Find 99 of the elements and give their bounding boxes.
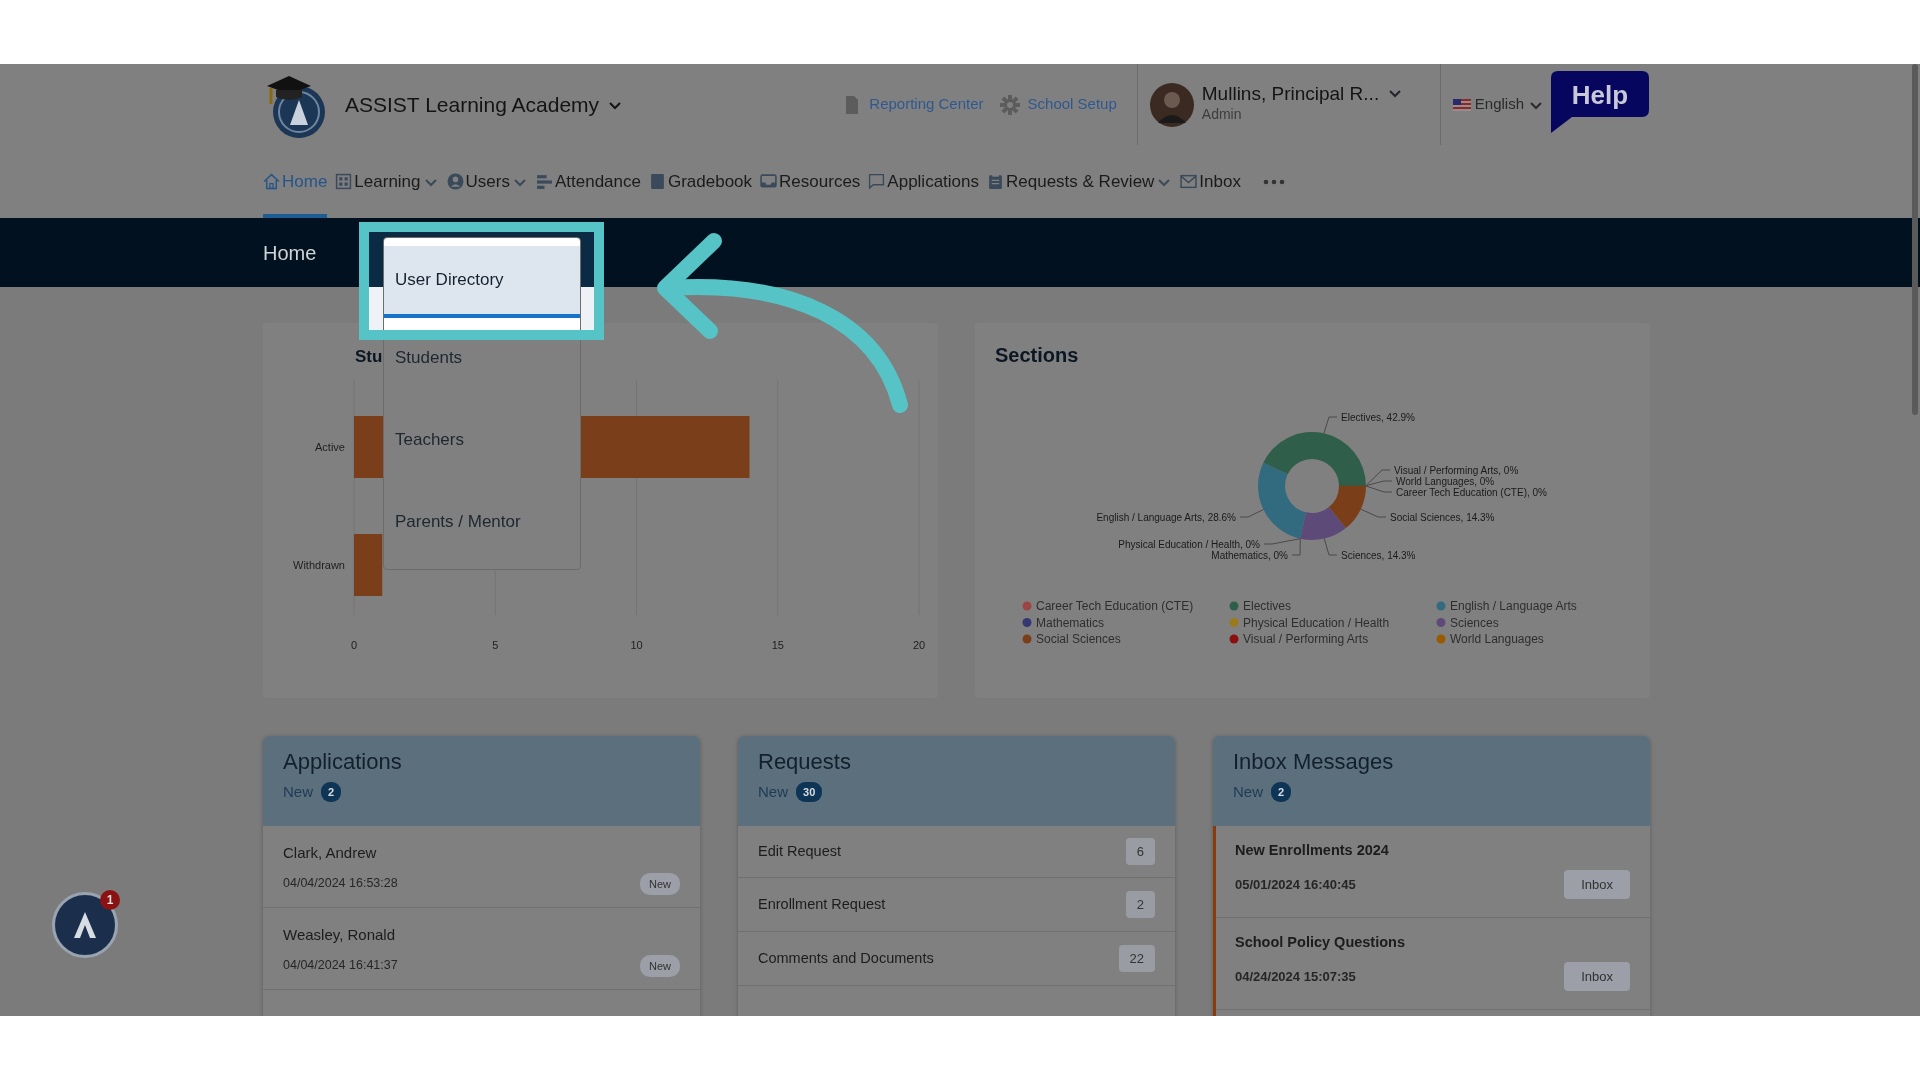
data-label: Mathematics, 0% <box>1211 549 1288 561</box>
more-icon <box>1262 178 1285 185</box>
data-label: Physical Education / Health, 0% <box>1118 538 1260 550</box>
data-label: Career Tech Education (CTE), 0% <box>1396 486 1547 498</box>
date-text: 04/04/2024 16:41:37 <box>283 957 398 975</box>
data-label: Visual / Performing Arts, 0% <box>1394 464 1519 476</box>
axis-label: 0 <box>350 639 358 651</box>
count-badge: 6 <box>1125 837 1155 866</box>
nav-tab[interactable]: Learning <box>335 145 439 218</box>
list-item[interactable]: Clark, Andrew 04/04/2024 16:53:28 New <box>263 826 700 908</box>
legend-label: Electives <box>1243 599 1292 613</box>
data-label: Social Sciences, 14.3% <box>1390 511 1495 523</box>
menu-item[interactable]: Parents / Mentor <box>384 502 580 542</box>
menu-item[interactable]: Teachers <box>384 420 580 460</box>
list-item[interactable]: School Policy Questions 04/24/2024 15:07:35 Inbox <box>1216 918 1650 1010</box>
status-tag: New <box>640 872 680 895</box>
count-badge: 30 <box>796 781 823 803</box>
applicant-name: Clark, Andrew <box>283 843 378 863</box>
axis-label: Active <box>315 441 345 453</box>
nav-tab[interactable]: Applications <box>868 145 979 218</box>
inbox-button[interactable]: Inbox <box>1564 869 1630 900</box>
avatar-icon <box>1149 82 1194 127</box>
help-button[interactable]: Help <box>1550 70 1650 134</box>
home-icon <box>263 173 280 190</box>
message-subject: New Enrollments 2024 <box>1235 841 1390 860</box>
leader-line <box>1323 416 1338 434</box>
nav-tab[interactable]: Users <box>446 145 528 218</box>
axis-label: Withdrawn <box>293 559 345 571</box>
count-badge: 2 <box>321 781 342 803</box>
grid-icon <box>335 173 353 190</box>
status-tag: New <box>640 954 680 977</box>
legend-label: Mathematics <box>1036 615 1105 630</box>
leader-line <box>1323 538 1338 556</box>
request-label: Comments and Documents <box>758 948 934 968</box>
axis-label: 20 <box>912 639 926 651</box>
flag-icon <box>1452 98 1471 111</box>
list-item[interactable]: Weasley, Ronald 04/04/2024 16:41:37 New <box>263 908 700 990</box>
date-text: 05/01/2024 16:40:45 <box>1235 875 1356 894</box>
page-title: Home <box>263 240 317 266</box>
user-role: Admin <box>1201 105 1243 125</box>
card-title: Stu <box>355 347 383 366</box>
axis-label: 15 <box>771 639 784 651</box>
new-label: New <box>283 781 313 802</box>
legend-label: Sciences <box>1450 615 1499 630</box>
nav-tab[interactable]: Inbox <box>1180 145 1241 218</box>
book-icon <box>648 173 666 190</box>
legend-label: Career Tech Education (CTE) <box>1036 599 1194 613</box>
tray-icon <box>760 173 778 190</box>
count-badge: 2 <box>1125 890 1155 919</box>
language-selector[interactable]: English <box>1452 93 1544 116</box>
user-icon <box>446 173 464 190</box>
applicant-name: Weasley, Ronald <box>283 925 396 945</box>
count-badge: 22 <box>1118 944 1155 973</box>
legend-label: World Languages <box>1450 632 1544 646</box>
menu-item[interactable]: Students <box>384 338 580 378</box>
date-text: 04/04/2024 16:53:28 <box>283 875 398 893</box>
nav-tab[interactable]: Requests & Review <box>987 145 1173 218</box>
list-item[interactable]: New Enrollments 2024 05/01/2024 16:40:45 Inbox <box>1216 826 1650 918</box>
data-label: World Languages, 0% <box>1396 475 1495 487</box>
card-title: Inbox Messages <box>1233 748 1395 776</box>
user-name: Mullins, Principal R... <box>1201 83 1380 105</box>
nav-tab[interactable]: Gradebook <box>648 145 753 218</box>
scrollbar-thumb[interactable] <box>1912 64 1918 415</box>
date-text: 04/24/2024 15:07:35 <box>1235 967 1356 986</box>
legend-label: English / Language Arts <box>1450 599 1577 613</box>
mail-icon <box>1180 173 1198 190</box>
chart-bar <box>354 534 383 596</box>
list-item[interactable]: Enrollment Request 2 <box>738 878 1175 932</box>
axis-label: 10 <box>630 639 643 651</box>
data-label: Electives, 42.9% <box>1341 411 1415 423</box>
new-label: New <box>758 781 788 802</box>
request-label: Enrollment Request <box>758 894 886 914</box>
card-title: Applications <box>283 748 403 776</box>
menu-item[interactable]: User Directory <box>384 246 580 318</box>
notification-badge: 1 <box>100 890 120 910</box>
clipboard-icon <box>987 173 1004 190</box>
axis-label: 5 <box>492 639 499 651</box>
card-title: Requests <box>758 748 852 776</box>
new-label: New <box>1233 781 1263 802</box>
list-item[interactable]: Comments and Documents 22 <box>738 932 1175 986</box>
card-title: Sections <box>995 344 1079 366</box>
legend-label: Physical Education / Health <box>1243 615 1390 630</box>
nav-tab[interactable]: Resources <box>760 145 861 218</box>
message-subject: School Policy Questions <box>1235 933 1406 952</box>
school-selector[interactable]: ASSIST Learning Academy <box>345 88 624 121</box>
leader-line <box>1360 508 1387 518</box>
leader-line <box>1239 509 1264 518</box>
count-badge: 2 <box>1271 781 1292 803</box>
legend-label: Social Sciences <box>1036 632 1121 646</box>
list-item[interactable]: Edit Request 6 <box>738 826 1175 878</box>
data-label: Sciences, 14.3% <box>1341 549 1416 561</box>
nav-tab[interactable]: Attendance <box>535 145 641 218</box>
chat-icon <box>868 173 886 190</box>
user-menu[interactable]: Mullins, Principal R... Admin <box>1149 82 1440 127</box>
bars-icon <box>535 173 553 190</box>
data-label: English / Language Arts, 28.6% <box>1096 511 1236 523</box>
request-label: Edit Request <box>758 841 842 861</box>
legend-label: Visual / Performing Arts <box>1243 632 1369 646</box>
inbox-button[interactable]: Inbox <box>1564 961 1630 992</box>
